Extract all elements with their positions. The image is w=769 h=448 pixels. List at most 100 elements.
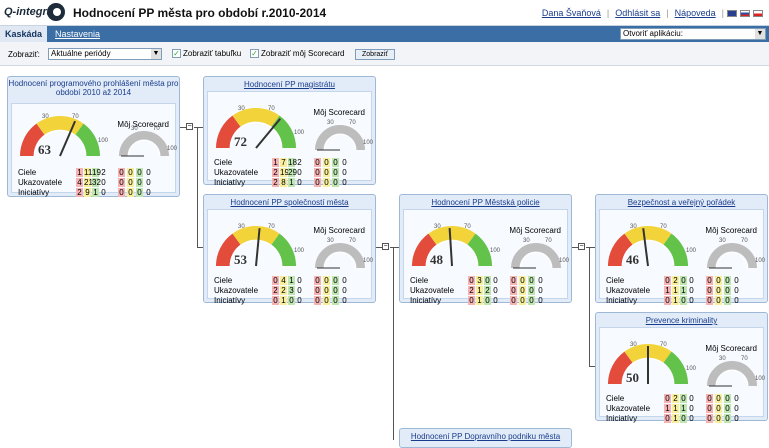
- my-gauge: 30 70 100: [703, 236, 765, 274]
- my-count-cell: 0: [528, 276, 535, 285]
- gauge-tick-label: 100: [559, 258, 570, 264]
- my-scorecard-label: Môj Scorecard: [705, 344, 757, 353]
- my-gauge: 30 70 100: [311, 236, 373, 274]
- my-count-cell: 0: [724, 276, 731, 285]
- my-count-cell: 0: [528, 296, 535, 305]
- main-count-cell: 0: [680, 394, 687, 403]
- row-label: Iniciatívy: [606, 296, 638, 305]
- my-count-cell: 0: [519, 296, 526, 305]
- gauge-track: [511, 243, 561, 269]
- gauge-tick-label: 70: [741, 356, 748, 362]
- show-button[interactable]: Zobraziť: [355, 49, 395, 60]
- my-count-cell: 0: [724, 404, 731, 413]
- row-label: Ciele: [214, 276, 233, 285]
- main-count-cell: 0: [689, 394, 694, 403]
- scorecard-card[interactable]: Prevence kriminality Môj Scorecard 50 30 70 1…: [595, 312, 768, 423]
- header-bar: Q-integra Hodnocení PP města pro období …: [0, 0, 769, 26]
- check-icon: ✓: [250, 49, 259, 58]
- main-count-cell: 2: [280, 286, 287, 295]
- main-count-cell: 0: [468, 276, 475, 285]
- my-gauge: 30 70 100: [507, 236, 569, 274]
- card-title-link[interactable]: Hodnocení PP magistrátu: [204, 80, 375, 89]
- card-title-link[interactable]: Hodnocení programového prohlášení města …: [8, 79, 179, 97]
- tab-kaskada[interactable]: Kaskáda: [0, 26, 48, 42]
- check-icon: ✓: [172, 49, 181, 58]
- main-count-cell: 1: [664, 286, 671, 295]
- my-scorecard-label: Môj Scorecard: [313, 108, 365, 117]
- my-count-cell: 0: [538, 276, 543, 285]
- top-links: Dana Švaňová | Odhlásit sa | Nápoveda |: [536, 8, 763, 18]
- gauge-tick-label: 70: [349, 238, 356, 244]
- scorecard-card[interactable]: Hodnocení PP Městská policie Môj Scorecar…: [399, 194, 572, 305]
- page-title: Hodnocení PP města pro období r.2010-201…: [73, 6, 327, 20]
- my-count-cell: 0: [323, 276, 330, 285]
- main-count-cell: 0: [689, 414, 694, 423]
- scorecard-card[interactable]: Bezpečnost a veřejný pořádek Môj Scorecar…: [595, 194, 768, 305]
- gauge-tick-label: 30: [327, 120, 334, 126]
- score-value: 48: [430, 252, 443, 267]
- gauge-tick-label: 70: [268, 224, 275, 230]
- my-count-cell: 0: [314, 178, 321, 187]
- gauge-tick-label: 70: [660, 224, 667, 230]
- scorecard-card[interactable]: Hodnocení PP Dopravního podniku města: [399, 428, 572, 448]
- main-count-cell: 0: [101, 188, 106, 197]
- row-label: Ciele: [606, 394, 625, 403]
- score-value: 63: [38, 142, 51, 157]
- collapse-toggle[interactable]: −: [186, 123, 193, 130]
- gauge-tick-label: 30: [719, 238, 726, 244]
- flag-sk-icon[interactable]: [740, 9, 750, 17]
- my-count-cell: 0: [342, 168, 347, 177]
- main-count-cell: 1: [76, 168, 83, 177]
- my-count-cell: 0: [118, 188, 125, 197]
- my-count-cell: 0: [734, 276, 739, 285]
- collapse-toggle[interactable]: −: [382, 243, 389, 250]
- collapse-toggle[interactable]: −: [578, 243, 585, 250]
- show-my-scorecard-checkbox[interactable]: ✓ Zobraziť môj Scorecard: [250, 49, 344, 58]
- main-count-cell: 19: [280, 168, 289, 177]
- logo-icon: [47, 3, 65, 21]
- row-label: Ukazovatele: [214, 168, 259, 177]
- card-body: Môj Scorecard 53 30 70 100 30 70 100 Ciele 0 4 1 0 0 0…: [207, 209, 373, 305]
- my-count-cell: 0: [734, 394, 739, 403]
- flag-cz-icon[interactable]: [753, 9, 763, 17]
- row-label: Ciele: [606, 276, 625, 285]
- my-count-cell: 0: [136, 188, 143, 197]
- scorecard-card[interactable]: Hodnocení PP magistrátu Môj Scorecard 72 30…: [203, 76, 376, 187]
- main-count-cell: 0: [680, 276, 687, 285]
- show-table-checkbox[interactable]: ✓ Zobraziť tabuľku: [172, 49, 241, 58]
- open-app-select[interactable]: Otvoriť aplikáciu: ▼: [620, 28, 766, 40]
- tab-nastavenia[interactable]: Nastavenia: [50, 26, 105, 42]
- main-count-cell: 1: [672, 414, 679, 423]
- score-value: 50: [626, 370, 639, 385]
- nav-bar: Kaskáda Nastavenia Otvoriť aplikáciu: ▼: [0, 26, 769, 42]
- gauge-track: [119, 131, 169, 157]
- help-link[interactable]: Nápoveda: [675, 8, 716, 18]
- row-label: Iniciatívy: [606, 414, 638, 423]
- scorecard-card[interactable]: Hodnocení programového prohlášení města …: [7, 76, 180, 197]
- scorecard-card[interactable]: Hodnocení PP společností města Môj Scorec…: [203, 194, 376, 305]
- show-my-scorecard-label: Zobraziť môj Scorecard: [261, 49, 345, 58]
- main-count-cell: 1: [476, 286, 483, 295]
- main-count-cell: 2: [101, 168, 106, 177]
- my-gauge-svg: [707, 243, 757, 269]
- user-link[interactable]: Dana Švaňová: [542, 8, 601, 18]
- main-count-cell: 4: [280, 276, 287, 285]
- main-count-cell: 0: [689, 404, 694, 413]
- card-title-link[interactable]: Hodnocení PP společností města: [204, 198, 375, 207]
- my-count-cell: 0: [323, 296, 330, 305]
- connector-line: [197, 127, 198, 247]
- card-body: Môj Scorecard 48 30 70 100 30 70 100 Ciele 0 3 0 0 0 0…: [403, 209, 569, 305]
- logout-link[interactable]: Odhlásit sa: [615, 8, 660, 18]
- card-title-link[interactable]: Bezpečnost a veřejný pořádek: [596, 198, 767, 207]
- card-title-link[interactable]: Prevence kriminality: [596, 316, 767, 325]
- my-gauge-svg: [119, 131, 169, 157]
- gauge-tick-label: 100: [294, 130, 305, 136]
- main-count-cell: 0: [493, 296, 498, 305]
- card-title-link[interactable]: Hodnocení PP Městská policie: [400, 198, 571, 207]
- period-select[interactable]: Aktuálne periódy ▼: [48, 48, 162, 60]
- flag-uk-icon[interactable]: [727, 9, 737, 17]
- my-count-cell: 0: [118, 178, 125, 187]
- my-count-cell: 0: [342, 276, 347, 285]
- main-count-cell: 1: [280, 296, 287, 305]
- main-count-cell: 0: [272, 276, 279, 285]
